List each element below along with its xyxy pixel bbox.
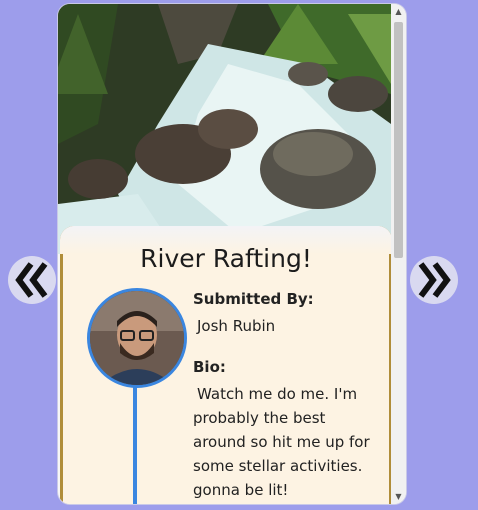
scroll-thumb[interactable] — [394, 22, 403, 258]
vertical-scrollbar[interactable]: ▲ ▼ — [391, 4, 406, 504]
submitted-by-label: Submitted By: — [193, 290, 314, 308]
submitter-name: Josh Rubin — [197, 317, 276, 335]
details-panel: River Rafting! Submitted By: Josh Rubin … — [60, 226, 391, 504]
scroll-up-arrow[interactable]: ▲ — [391, 4, 406, 19]
chevron-right-icon — [418, 262, 451, 298]
next-button[interactable] — [410, 256, 458, 304]
scroll-down-arrow[interactable]: ▼ — [391, 489, 406, 504]
bio-label: Bio: — [193, 358, 226, 376]
activity-card: River Rafting! Submitted By: Josh Rubin … — [58, 4, 406, 504]
timeline-line — [133, 386, 137, 504]
prev-button[interactable] — [8, 256, 56, 304]
card-content: River Rafting! Submitted By: Josh Rubin … — [58, 4, 391, 504]
chevron-left-icon — [15, 262, 48, 298]
avatar — [87, 288, 187, 388]
bio-text: Watch me do me. I'm probably the best ar… — [193, 385, 370, 499]
activity-image — [58, 4, 391, 254]
activity-title: River Rafting! — [140, 244, 312, 273]
